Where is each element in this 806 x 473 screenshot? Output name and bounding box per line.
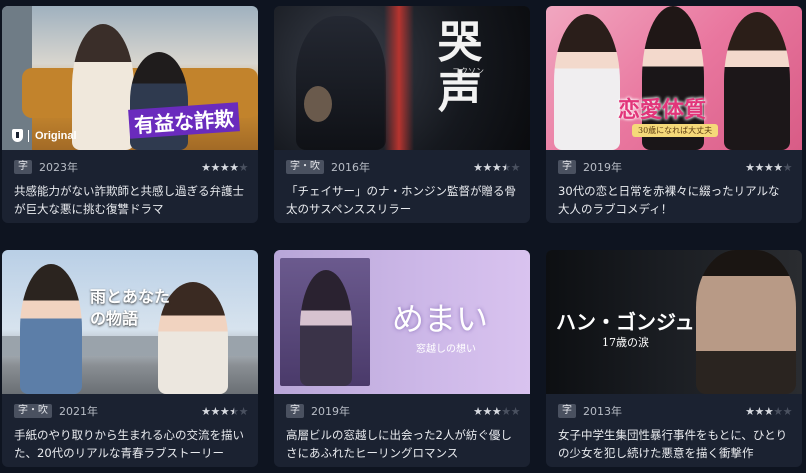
release-year: 2016年 (331, 161, 370, 174)
title-card-2[interactable]: 哭声 コクソン 字・吹 2016年 ★★★★★ 「チェイサー」のナ・ホンジン監督… (274, 6, 530, 223)
rating-stars: ★★★★★ (745, 161, 792, 174)
star-icon: ★ (229, 404, 239, 418)
star-icon: ★ (210, 404, 221, 418)
thumb-title: 有益な詐欺 (128, 102, 240, 139)
star-icon: ★ (219, 160, 230, 174)
star-icon: ★ (473, 160, 483, 174)
star-icon: ★ (763, 160, 774, 174)
thumb-subtitle: 30歳になれば大丈夫 (632, 124, 719, 137)
star-icon: ★ (238, 404, 249, 418)
star-icon: ★ (510, 160, 521, 174)
release-year: 2019年 (583, 161, 622, 174)
description: 手紙のやり取りから生まれる心の交流を描いた、20代のリアルな青春ラブストーリー (14, 428, 244, 460)
star-icon: ★ (201, 404, 211, 418)
release-year: 2019年 (311, 405, 350, 418)
star-icon: ★ (229, 160, 239, 174)
original-logo: Original (12, 129, 77, 142)
star-icon: ★ (501, 160, 511, 174)
release-year: 2021年 (59, 405, 98, 418)
release-year: 2013年 (583, 405, 622, 418)
subtitle-badge: 字 (286, 404, 304, 418)
description: 女子中学生集団性暴行事件をもとに、ひとりの少女を犯し続けた悪意を描く衝撃作 (558, 428, 788, 460)
star-icon: ★ (210, 160, 221, 174)
platform-label: Original (35, 129, 77, 142)
title-card-5[interactable]: めまい 窓越しの想い 字 2019年 ★★★★★ 高層ビルの窓越しに出会った2人… (274, 250, 530, 467)
thumb-title: ハン・ゴンジュ (556, 310, 695, 334)
star-icon: ★ (754, 160, 765, 174)
star-icon: ★ (782, 160, 793, 174)
subtitle-badge: 字 (558, 160, 576, 174)
release-year: 2023年 (39, 161, 78, 174)
rating-stars: ★★★★★ (201, 161, 248, 174)
thumb-subtitle: コクソン (452, 67, 484, 76)
shield-icon (12, 129, 23, 142)
description: 「チェイサー」のナ・ホンジン監督が贈る骨太のサスペンススリラー (286, 184, 516, 216)
subtitle-badge: 字 (558, 404, 576, 418)
star-icon: ★ (773, 404, 783, 418)
thumb-subtitle: 窓越しの想い (416, 344, 476, 355)
thumbnail: 哭声 コクソン (274, 6, 530, 150)
star-icon: ★ (491, 160, 502, 174)
star-icon: ★ (782, 404, 793, 418)
star-icon: ★ (745, 160, 755, 174)
thumb-title: 恋愛体質 (618, 97, 707, 123)
thumb-title: 雨とあなたの物語 (90, 287, 171, 328)
star-icon: ★ (754, 404, 765, 418)
star-icon: ★ (510, 404, 521, 418)
description: 高層ビルの窓越しに出会った2人が紡ぐ優しさにあふれたヒーリングロマンス (286, 428, 512, 460)
star-icon: ★ (482, 404, 493, 418)
thumbnail: めまい 窓越しの想い (274, 250, 530, 394)
star-icon: ★ (219, 404, 230, 418)
description: 共感能力がない詐欺師と共感し過ぎる弁護士が巨大な悪に挑む復讐ドラマ (14, 184, 244, 216)
subtitle-badge: 字 (14, 160, 32, 174)
rating-stars: ★★★★★ (201, 405, 248, 418)
subtitle-badge: 字・吹 (286, 160, 324, 174)
thumb-title: めまい (392, 300, 489, 338)
title-card-3[interactable]: 恋愛体質 30歳になれば大丈夫 字 2019年 ★★★★★ 30代の恋と日常を赤… (546, 6, 802, 223)
star-icon: ★ (773, 160, 783, 174)
thumbnail: 雨とあなたの物語 (2, 250, 258, 394)
thumbnail: ハン・ゴンジュ 17歳の涙 (546, 250, 802, 394)
thumb-subtitle: 17歳の涙 (602, 336, 649, 349)
thumbnail: 恋愛体質 30歳になれば大丈夫 (546, 6, 802, 150)
star-icon: ★ (491, 404, 502, 418)
thumbnail: 有益な詐欺 Original (2, 6, 258, 150)
star-icon: ★ (763, 404, 774, 418)
rating-stars: ★★★★★ (473, 405, 520, 418)
subtitle-badge: 字・吹 (14, 404, 52, 418)
star-icon: ★ (482, 160, 493, 174)
title-card-6[interactable]: ハン・ゴンジュ 17歳の涙 字 2013年 ★★★★★ 女子中学生集団性暴行事件… (546, 250, 802, 467)
title-card-4[interactable]: 雨とあなたの物語 字・吹 2021年 ★★★★★ 手紙のやり取りから生まれる心の… (2, 250, 258, 467)
title-card-1[interactable]: 有益な詐欺 Original 字 2023年 ★★★★★ 共感能力がない詐欺師と… (2, 6, 258, 223)
rating-stars: ★★★★★ (473, 161, 520, 174)
star-icon: ★ (745, 404, 755, 418)
star-icon: ★ (201, 160, 211, 174)
rating-stars: ★★★★★ (745, 405, 792, 418)
description: 30代の恋と日常を赤裸々に綴ったリアルな大人のラブコメディ！ (558, 184, 780, 216)
star-icon: ★ (473, 404, 483, 418)
star-icon: ★ (238, 160, 249, 174)
star-icon: ★ (501, 404, 511, 418)
